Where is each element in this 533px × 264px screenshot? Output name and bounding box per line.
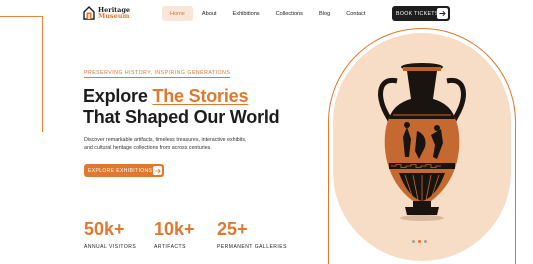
greek-amphora-vase-image [378,63,466,221]
nav-collections[interactable]: Collections [269,6,310,21]
nav-about[interactable]: About [195,6,224,21]
main-nav: Home About Exhibitions Collections Blog … [162,6,374,21]
stat-annual-visitors: 50k+ ANNUAL VISITORS [84,220,136,250]
hero-image-card [333,33,511,261]
carousel-dot-2[interactable] [418,240,421,243]
brand-name-line2: Museum [98,12,130,20]
nav-contact[interactable]: Contact [339,6,372,21]
stat-label: ANNUAL VISITORS [84,244,137,250]
book-tickets-button[interactable]: BOOK TICKETS [392,6,450,21]
hero-title-line1: Explore The Stories [83,86,248,107]
hero-title-pre: Explore [83,86,153,106]
stat-artifacts: 10k+ ARTIFACTS [154,220,195,250]
stat-label: ARTIFACTS [154,244,186,250]
nav-home[interactable]: Home [162,6,193,21]
book-tickets-label: BOOK TICKETS [396,10,439,17]
carousel-dots [412,240,427,243]
hero-eyebrow: PRESERVING HISTORY, INSPIRING GENERATION… [84,70,231,78]
decorative-line-vertical [42,16,43,132]
explore-exhibitions-label: EXPLORE EXHIBITIONS [88,167,153,174]
stat-permanent-galleries: 25+ PERMANENT GALLERIES [217,220,287,250]
nav-blog[interactable]: Blog [312,6,337,21]
museum-logo-icon [83,6,95,20]
hero-title-accent: The Stories [152,86,249,106]
stat-value: 50k+ [84,219,125,239]
carousel-dot-1[interactable] [412,240,415,243]
hero-title-line2: That Shaped Our World [83,107,280,127]
decorative-line-top [0,16,42,17]
brand-logo[interactable]: Heritage Museum [83,6,130,20]
arrow-right-icon [153,166,162,175]
stat-value: 10k+ [154,219,195,239]
explore-exhibitions-button[interactable]: EXPLORE EXHIBITIONS [84,164,164,177]
stat-value: 25+ [217,219,248,239]
hero-description: Discover remarkable artifacts, timeless … [84,137,247,151]
nav-exhibitions[interactable]: Exhibitions [226,6,267,21]
carousel-dot-3[interactable] [424,240,427,243]
stat-label: PERMANENT GALLERIES [217,244,287,250]
arrow-right-icon [437,8,448,19]
